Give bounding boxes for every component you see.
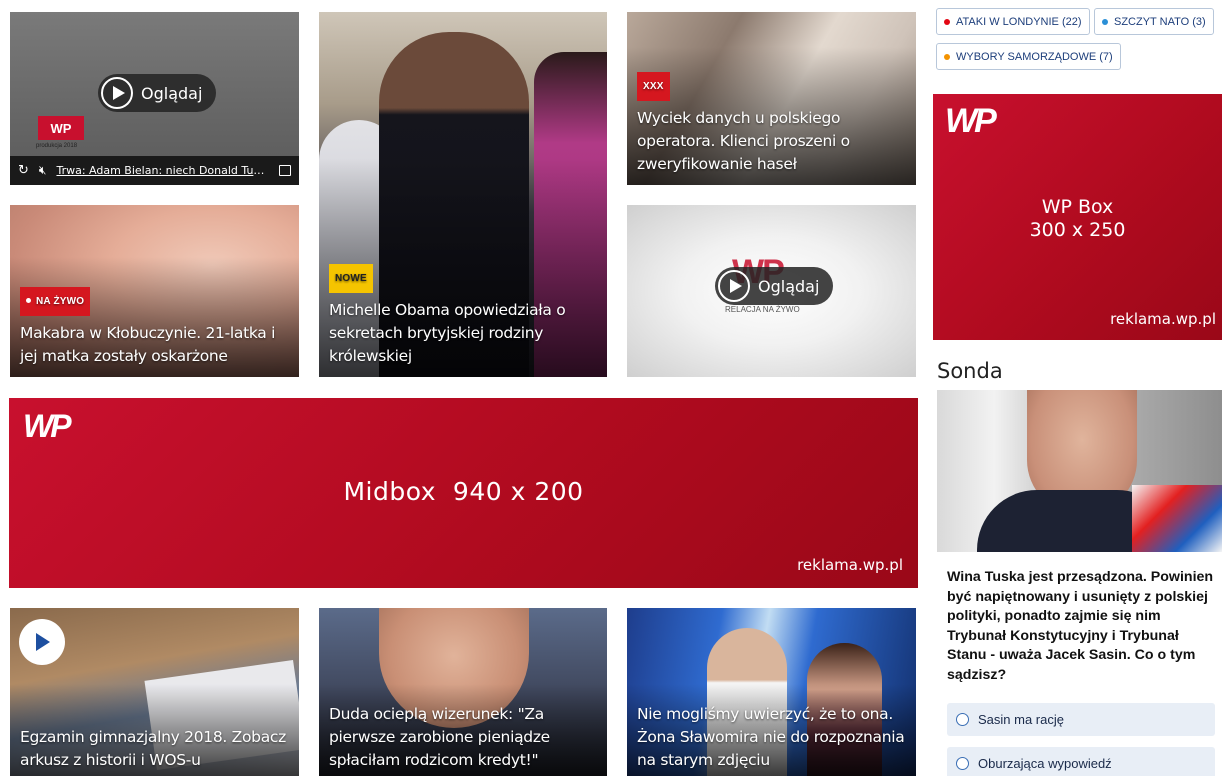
article-title[interactable]: Nie mogliśmy uwierzyć, że to ona. Żona S… — [637, 703, 906, 772]
tag-szczyt-nato[interactable]: SZCZYT NATO (3) — [1094, 8, 1214, 35]
article-title[interactable]: Duda ocieplą wizerunek: "Za pierwsze zar… — [329, 703, 597, 772]
wp-production-logo: WP — [38, 116, 84, 140]
live-relay-subtitle: RELACJA NA ŻYWO — [725, 305, 800, 314]
tag-label: ATAKI W LONDYNIE (22) — [956, 15, 1082, 28]
article-title[interactable]: Egzamin gimnazjalny 2018. Zobacz arkusz … — [20, 726, 289, 772]
play-icon — [101, 77, 133, 109]
video-title-link[interactable]: Trwa: Adam Bielan: niech Donald Tusk... — [56, 164, 269, 177]
ad-url: reklama.wp.pl — [1110, 310, 1216, 328]
poll-option-label: Oburzająca wypowiedź — [978, 756, 1112, 771]
play-icon — [718, 270, 750, 302]
wp-logo: WP — [23, 408, 72, 444]
poll-question: Wina Tuska jest przesądzona. Powinien by… — [947, 569, 1214, 683]
tag-dot-icon — [944, 53, 950, 60]
radio-icon[interactable] — [956, 757, 969, 770]
tag-dot-icon — [944, 18, 950, 25]
fullscreen-icon[interactable] — [279, 165, 291, 176]
article-tile-duda[interactable]: Duda ocieplą wizerunek: "Za pierwsze zar… — [319, 608, 607, 776]
tag-wybory-samorzadowe[interactable]: WYBORY SAMORZĄDOWE (7) — [936, 43, 1121, 70]
article-title[interactable]: Wyciek danych u polskiego operatora. Kli… — [637, 107, 906, 176]
article-caption-block: NOWE Michelle Obama opowiedziała o sekre… — [329, 264, 597, 368]
live-badge-label: NA ŻYWO — [36, 296, 85, 307]
poll-option-label: Sasin ma rację — [978, 712, 1064, 727]
tag-ataki-w-londynie[interactable]: ATAKI W LONDYNIE (22) — [936, 8, 1090, 35]
poll-option-sasin-ma-racje[interactable]: Sasin ma rację — [947, 703, 1215, 736]
live-badge: NA ŻYWO — [20, 287, 91, 316]
article-caption-block: Duda ocieplą wizerunek: "Za pierwsze zar… — [329, 703, 597, 772]
poll-heading: Sonda — [937, 359, 1003, 383]
video-tile-live[interactable]: WP RELACJA NA ŻYWO Oglądaj — [627, 205, 916, 377]
article-tile-obama[interactable]: NOWE Michelle Obama opowiedziała o sekre… — [319, 12, 607, 377]
article-caption-block: NA ŻYWO Makabra w Kłobuczynie. 21-latka … — [20, 287, 289, 368]
article-caption-block: Egzamin gimnazjalny 2018. Zobacz arkusz … — [20, 726, 289, 772]
wp-production-subtitle: produkcja 2018 — [36, 143, 78, 149]
category-badge: XXX — [637, 72, 670, 101]
article-title[interactable]: Makabra w Kłobuczynie. 21-latka i jej ma… — [20, 322, 289, 368]
wp-box-ad[interactable]: WP WP Box 300 x 250 reklama.wp.pl — [933, 94, 1222, 340]
article-tile-zona[interactable]: Nie mogliśmy uwierzyć, że to ona. Żona S… — [627, 608, 916, 776]
microphones-shape — [1132, 485, 1222, 552]
tag-dot-icon — [1102, 18, 1108, 25]
mute-icon[interactable]: 🔇︎ — [39, 163, 47, 178]
play-label: Oglądaj — [141, 83, 203, 103]
article-caption-block: Nie mogliśmy uwierzyć, że to ona. Żona S… — [637, 703, 906, 772]
article-caption-block: XXX Wyciek danych u polskiego operatora.… — [637, 72, 906, 176]
poll-image[interactable] — [937, 390, 1222, 552]
ad-size-line1: WP Box — [1041, 196, 1114, 218]
tag-label: SZCZYT NATO (3) — [1114, 15, 1206, 28]
ad-url: reklama.wp.pl — [797, 556, 903, 574]
radio-icon[interactable] — [956, 713, 969, 726]
play-icon — [35, 633, 50, 651]
article-tile-wyciek[interactable]: XXX Wyciek danych u polskiego operatora.… — [627, 12, 916, 185]
ad-size-label: Midbox 940 x 200 — [343, 477, 584, 506]
replay-icon[interactable]: ↻ — [18, 163, 29, 178]
wp-logo: WP — [945, 102, 997, 140]
play-button[interactable]: Oglądaj — [98, 74, 217, 112]
poll-option-oburzajaca-wypowiedz[interactable]: Oburzająca wypowiedź — [947, 747, 1215, 776]
article-tile-egzamin[interactable]: Egzamin gimnazjalny 2018. Zobacz arkusz … — [10, 608, 299, 776]
play-label: Oglądaj — [758, 276, 820, 296]
article-title[interactable]: Michelle Obama opowiedziała o sekretach … — [329, 299, 597, 368]
ad-size-line2: 300 x 250 — [1029, 219, 1126, 241]
midbox-ad[interactable]: WP Midbox 940 x 200 reklama.wp.pl — [9, 398, 918, 588]
video-control-bar: ↻ 🔇︎ Trwa: Adam Bielan: niech Donald Tus… — [10, 156, 299, 185]
live-dot-icon — [26, 298, 31, 303]
video-tile-bielan[interactable]: WP produkcja 2018 Oglądaj ↻ 🔇︎ Trwa: Ada… — [10, 12, 299, 185]
new-badge: NOWE — [329, 264, 373, 293]
play-circle-button[interactable] — [19, 619, 65, 665]
play-button[interactable]: Oglądaj — [715, 267, 834, 305]
article-tile-klobuczyn[interactable]: NA ŻYWO Makabra w Kłobuczynie. 21-latka … — [10, 205, 299, 377]
tag-label: WYBORY SAMORZĄDOWE (7) — [956, 50, 1113, 63]
